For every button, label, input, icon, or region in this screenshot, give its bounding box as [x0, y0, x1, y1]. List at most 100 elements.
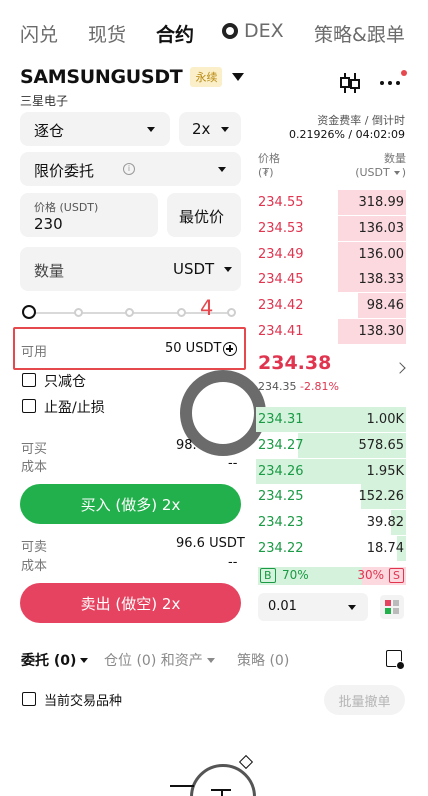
orderbook-price-unit: (₮): [258, 166, 274, 179]
tab-strategy[interactable]: 策略 (0): [237, 650, 289, 670]
underline-stroke: [170, 785, 194, 787]
buy-ratio: 70%: [282, 568, 309, 582]
ask-row[interactable]: 234.55 318.99: [256, 190, 406, 216]
leverage-select[interactable]: 2x: [179, 112, 241, 146]
best-price-button[interactable]: 最优价: [167, 193, 241, 237]
bid-price: 234.27: [258, 437, 304, 453]
tab-orders[interactable]: 委托 (0): [21, 650, 89, 670]
top-nav: 闪兑 现货 合约 DEX 策略&跟单: [0, 0, 428, 64]
tab-orders-label: 委托 (0): [21, 653, 77, 669]
reduce-only-checkbox[interactable]: [22, 373, 36, 387]
chevron-down-icon: [147, 127, 155, 132]
funding-rate-value: 0.21926% / 04:02:09: [288, 128, 405, 141]
ask-price: 234.55: [258, 195, 304, 210]
tab-strategy-copy[interactable]: 策略&跟单: [314, 20, 405, 47]
slider-step[interactable]: [177, 308, 186, 317]
ask-row[interactable]: 234.49 136.00: [256, 241, 406, 268]
slider-step[interactable]: [74, 308, 83, 317]
tab-positions-label: 仓位 (0) 和资产: [104, 653, 203, 669]
chevron-down-icon: [393, 170, 400, 175]
bid-row[interactable]: 234.23 39.82: [256, 510, 406, 536]
perpetual-badge: 永续: [190, 67, 223, 87]
can-sell-value: 96.6 USDT: [176, 536, 245, 551]
orderbook-price-header: 价格: [258, 152, 280, 165]
price-input-value: 230: [34, 215, 63, 233]
chevron-down-icon: [224, 267, 232, 272]
order-type-select[interactable]: 限价委托 i: [20, 152, 241, 186]
slider-step[interactable]: [227, 308, 236, 317]
bid-qty: 152.26: [358, 489, 405, 505]
cost-label: 成本: [21, 559, 48, 574]
ask-row[interactable]: 234.45 138.33: [256, 267, 406, 293]
ask-qty: 98.46: [366, 298, 404, 314]
tab-swap[interactable]: 闪兑: [20, 20, 58, 47]
more-options-icon[interactable]: [378, 70, 407, 91]
slider-step[interactable]: [125, 308, 134, 317]
order-history-icon[interactable]: [386, 650, 405, 670]
batch-cancel-button[interactable]: 批量撤单: [324, 685, 405, 715]
qty-unit-close-paren: ): [401, 166, 406, 179]
tab-dex-label: DEX: [244, 20, 284, 42]
bid-row[interactable]: 234.27 578.65: [256, 432, 406, 459]
chevron-down-icon: [348, 605, 356, 610]
chevron-down-icon: [232, 73, 245, 81]
quantity-label: 数量: [34, 262, 65, 280]
diamond-icon: [238, 754, 254, 770]
sell-tag: S: [389, 568, 404, 583]
sell-short-button[interactable]: 卖出 (做空) 2x: [20, 583, 241, 623]
annotation-marker: 4: [200, 296, 214, 320]
margin-mode-select[interactable]: 逐仓: [20, 112, 170, 146]
cost-sell-value: --: [228, 555, 238, 570]
price-input[interactable]: 价格 (USDT) 230: [20, 193, 158, 237]
slider-knob[interactable]: [22, 305, 36, 319]
orderbook-layout-icon[interactable]: [380, 595, 404, 619]
orderbook-qty-unit[interactable]: (USDT ): [355, 166, 406, 179]
quantity-input[interactable]: 数量 USDT: [20, 247, 241, 291]
bid-row[interactable]: 234.31 1.00K: [256, 407, 406, 433]
ask-price: 234.49: [258, 246, 304, 262]
cost-label: 成本: [21, 460, 48, 475]
buy-sell-ratio-bar: B 70% 30% S: [258, 567, 406, 585]
mark-price: 234.35: [258, 380, 297, 393]
cost-buy-value: --: [228, 456, 238, 471]
best-price-label: 最优价: [179, 208, 225, 226]
tp-sl-checkbox[interactable]: [22, 399, 36, 413]
funding-rate-label: 资金费率 / 倒计时: [317, 114, 405, 127]
chevron-right-icon[interactable]: [394, 362, 406, 374]
bid-price: 234.23: [258, 515, 304, 531]
ask-row[interactable]: 234.53 136.03: [256, 215, 406, 242]
reduce-only-label: 只减仓: [44, 374, 86, 390]
buy-long-button[interactable]: 买入 (做多) 2x: [20, 484, 241, 524]
precision-select[interactable]: 0.01: [258, 593, 368, 621]
symbol-selector[interactable]: SAMSUNGUSDT 永续: [20, 66, 245, 88]
tab-spot[interactable]: 现货: [88, 20, 126, 47]
ask-row[interactable]: 234.41 138.30: [256, 319, 406, 345]
ask-qty: 138.30: [358, 324, 405, 339]
tab-dex[interactable]: DEX: [222, 20, 284, 42]
leverage-value: 2x: [192, 120, 211, 138]
quantity-unit[interactable]: USDT: [173, 260, 214, 278]
info-icon[interactable]: i: [123, 163, 135, 175]
chevron-down-icon: [206, 657, 215, 663]
current-symbol-label: 当前交易品种: [44, 694, 123, 709]
bid-price: 234.31: [258, 412, 304, 427]
tab-positions[interactable]: 仓位 (0) 和资产: [104, 650, 215, 670]
can-buy-value: 98.: [176, 438, 197, 453]
bid-row[interactable]: 234.22 18.74: [256, 536, 406, 562]
chevron-down-icon: [218, 167, 226, 172]
price-change: -2.81%: [300, 380, 339, 393]
tab-futures[interactable]: 合约: [156, 20, 194, 47]
bid-qty: 578.65: [358, 437, 405, 453]
bid-price: 234.25: [258, 489, 304, 505]
ask-row[interactable]: 234.42 98.46: [256, 293, 406, 319]
bid-row[interactable]: 234.25 152.26: [256, 484, 406, 510]
order-type-value: 限价委托: [34, 162, 95, 180]
ask-qty: 138.33: [358, 272, 405, 288]
bid-row[interactable]: 234.26 1.95K: [256, 458, 406, 485]
orderbook-qty-header: 数量: [384, 152, 406, 165]
candlestick-chart-icon[interactable]: [338, 71, 362, 95]
buy-tag: B: [260, 568, 276, 583]
ask-price: 234.45: [258, 272, 304, 288]
current-symbol-checkbox[interactable]: [22, 692, 36, 706]
add-circle-icon[interactable]: [223, 342, 237, 356]
